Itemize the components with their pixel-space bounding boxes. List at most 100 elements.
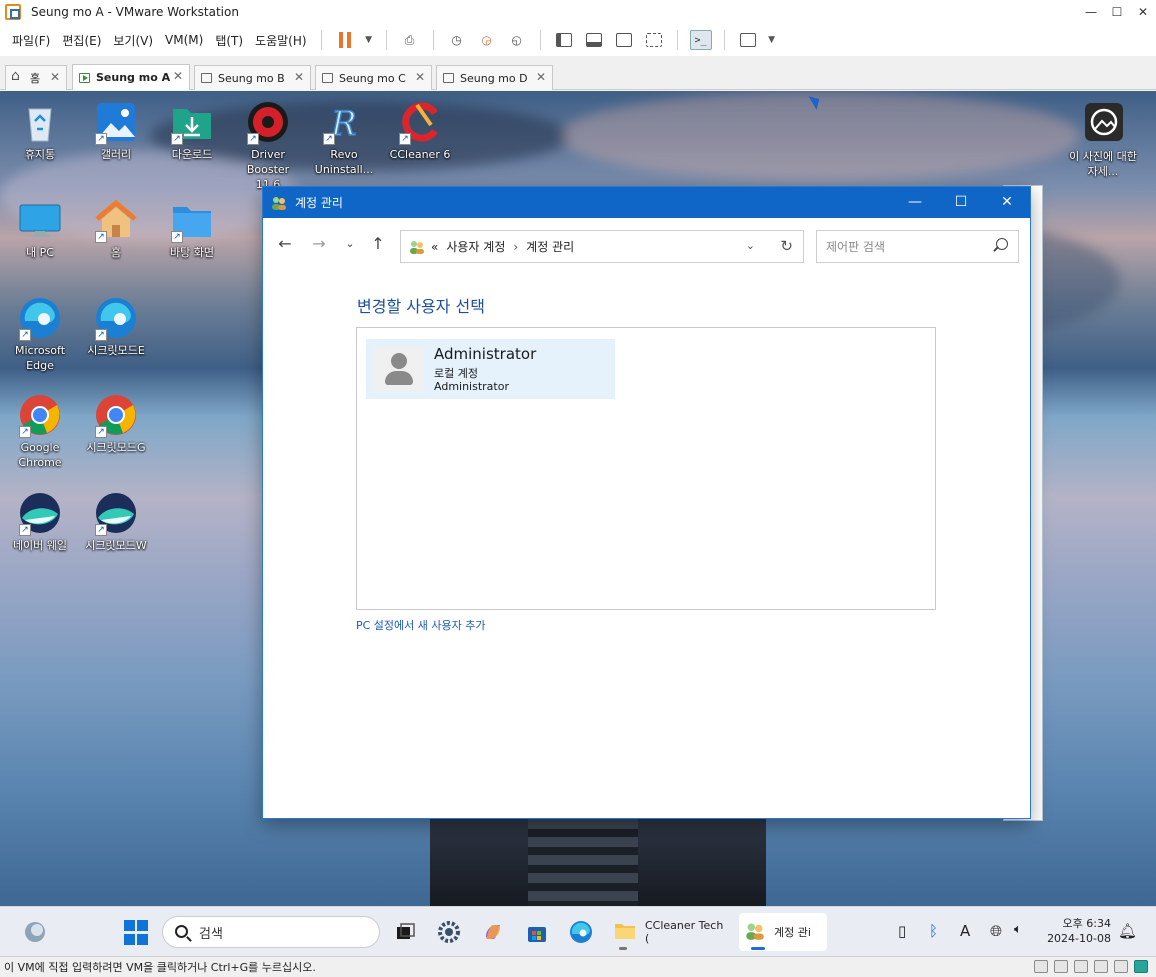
- desktop-icon-naver-whale[interactable]: ↗ 네이버 웨일: [5, 490, 75, 553]
- usb-status-icon[interactable]: [1094, 960, 1108, 973]
- desktop-icon-this-pc[interactable]: 내 PC: [5, 197, 75, 260]
- desktop-icon-desktop-folder[interactable]: ↗ 바탕 화면: [157, 197, 227, 260]
- task-view-button[interactable]: [392, 919, 418, 945]
- close-tab-icon[interactable]: ✕: [173, 69, 183, 83]
- close-tab-icon[interactable]: ✕: [415, 70, 425, 84]
- show-library-button[interactable]: [552, 29, 576, 51]
- breadcrumb-manage-accounts[interactable]: 계정 관리: [526, 238, 574, 255]
- add-user-link[interactable]: PC 설정에서 새 사용자 추가: [356, 617, 486, 633]
- hdd-status-icon[interactable]: [1034, 960, 1048, 973]
- desktop-icon-google-chrome[interactable]: ↗ Google Chrome: [5, 392, 75, 470]
- desktop-icon-revo-uninstaller[interactable]: R ↗ Revo Uninstall...: [309, 99, 379, 177]
- taskbar-clock[interactable]: 오후 6:34 2024-10-08: [1046, 916, 1111, 946]
- folder-icon: [614, 922, 636, 943]
- minimize-button[interactable]: —: [892, 187, 938, 218]
- maximize-button[interactable]: ☐: [1104, 0, 1130, 24]
- taskbar-app-account-management[interactable]: 계정 관i: [739, 913, 827, 951]
- network-globe-icon[interactable]: 🌐︎: [990, 922, 1002, 940]
- refresh-icon[interactable]: ↻: [780, 237, 793, 255]
- close-tab-icon[interactable]: ✕: [50, 70, 60, 84]
- snapshot-take-button[interactable]: ◷: [445, 29, 469, 51]
- sound-status-icon[interactable]: [1114, 960, 1128, 973]
- desktop-icon-downloads[interactable]: ↗ 다운로드: [157, 99, 227, 162]
- menu-help[interactable]: 도움말(H): [249, 32, 313, 49]
- user-card-administrator[interactable]: Administrator 로컬 계정 Administrator: [366, 339, 615, 399]
- address-bar[interactable]: « 사용자 계정 › 계정 관리 ⌄ ↻: [400, 230, 804, 263]
- notification-bell-icon[interactable]: 🔔︎: [1118, 922, 1137, 940]
- breadcrumb-overflow[interactable]: «: [431, 240, 438, 254]
- clock-time: 오후 6:34: [1062, 917, 1111, 930]
- settings-gear-icon[interactable]: [436, 919, 462, 945]
- close-button[interactable]: ✕: [984, 187, 1030, 218]
- desktop-icon-ccleaner[interactable]: ↗ CCleaner 6: [385, 99, 455, 162]
- up-button[interactable]: ↑: [367, 233, 389, 255]
- page-heading: 변경할 사용자 선택: [357, 297, 485, 316]
- send-ctrl-alt-del-button[interactable]: ⎙: [398, 29, 422, 51]
- power-dropdown-button[interactable]: ▼: [363, 29, 375, 51]
- console-view-button[interactable]: >_: [689, 29, 713, 51]
- close-tab-icon[interactable]: ✕: [294, 70, 304, 84]
- tab-seung-mo-b[interactable]: Seung mo B ✕: [194, 65, 311, 90]
- icon-label: 내 PC: [26, 246, 54, 259]
- pause-button[interactable]: [333, 29, 357, 51]
- monitor-icon: [17, 197, 63, 243]
- icon-label: 네이버 웨일: [12, 539, 68, 552]
- desktop-icon-secret-mode-g[interactable]: ↗ 시크릿모드G: [81, 392, 151, 455]
- input-language-icon[interactable]: A: [960, 922, 970, 940]
- edge-icon: ↗: [17, 295, 63, 341]
- tab-home[interactable]: 홈 ✕: [5, 65, 67, 90]
- window-titlebar[interactable]: 계정 관리 — ☐ ✕: [263, 187, 1030, 218]
- start-button[interactable]: [124, 920, 150, 946]
- snapshot-revert-button[interactable]: ◶: [475, 29, 499, 51]
- network-status-icon[interactable]: [1074, 960, 1088, 973]
- desktop-icon-driver-booster[interactable]: ↗ Driver Booster 11.6: [233, 99, 303, 192]
- forward-button[interactable]: →: [308, 233, 330, 255]
- unity-button[interactable]: [642, 29, 666, 51]
- bluetooth-icon[interactable]: ᛒ: [929, 922, 938, 940]
- tab-seung-mo-c[interactable]: Seung mo C ✕: [315, 65, 432, 90]
- tab-seung-mo-d[interactable]: Seung mo D ✕: [436, 65, 553, 90]
- address-dropdown-icon[interactable]: ⌄: [746, 239, 755, 252]
- usb-icon[interactable]: ▯: [898, 922, 906, 940]
- widgets-button[interactable]: [22, 919, 48, 945]
- minimize-button[interactable]: —: [1078, 0, 1104, 24]
- edge-icon[interactable]: [568, 919, 594, 945]
- volume-icon[interactable]: 🔈︎: [1014, 922, 1022, 937]
- microsoft-store-icon[interactable]: [524, 919, 550, 945]
- maximize-button[interactable]: ☐: [938, 187, 984, 218]
- menu-view[interactable]: 보기(V): [107, 32, 159, 49]
- taskbar-app-label: CCleaner Tech (: [645, 919, 724, 945]
- account-management-window[interactable]: 계정 관리 — ☐ ✕ ← → ⌄ ↑ « 사용자 계정 › 계정 관리 ⌄ ↻…: [262, 186, 1031, 819]
- menu-tabs[interactable]: 탭(T): [209, 32, 249, 49]
- desktop-icon-gallery[interactable]: ↗ 갤러리: [81, 99, 151, 162]
- fullscreen-icon: [615, 33, 632, 47]
- tab-seung-mo-a[interactable]: Seung mo A ✕: [72, 64, 190, 90]
- full-screen-button[interactable]: [612, 29, 636, 51]
- desktop-icon-home[interactable]: ↗ 홈: [81, 197, 151, 260]
- breadcrumb-user-accounts[interactable]: 사용자 계정: [446, 238, 505, 255]
- desktop-icon-secret-mode-w[interactable]: ↗ 시크릿모드W: [81, 490, 151, 553]
- snapshot-manager-button[interactable]: ◵: [505, 29, 529, 51]
- copilot-icon[interactable]: [480, 919, 506, 945]
- search-icon: [175, 925, 188, 938]
- close-button[interactable]: ✕: [1130, 0, 1156, 24]
- taskbar-app-file-explorer[interactable]: CCleaner Tech (: [608, 913, 730, 951]
- desktop-icon-microsoft-edge[interactable]: ↗ Microsoft Edge: [5, 295, 75, 373]
- thumbnail-bar-button[interactable]: [582, 29, 606, 51]
- menu-file[interactable]: 파일(F): [6, 32, 56, 49]
- menu-edit[interactable]: 편집(E): [56, 32, 107, 49]
- stretch-dropdown-button[interactable]: ▼: [766, 29, 778, 51]
- desktop-icon-secret-mode-e[interactable]: ↗ 시크릿모드E: [81, 295, 151, 358]
- desktop-icon-spotlight[interactable]: 이 사진에 대한 자세...: [1068, 101, 1140, 179]
- back-button[interactable]: ←: [274, 233, 296, 255]
- stretch-guest-button[interactable]: [736, 29, 760, 51]
- unity-icon: [645, 33, 662, 47]
- close-tab-icon[interactable]: ✕: [536, 70, 546, 84]
- cd-status-icon[interactable]: [1054, 960, 1068, 973]
- recent-locations-button[interactable]: ⌄: [339, 233, 361, 255]
- taskbar-search-box[interactable]: 검색: [162, 916, 380, 948]
- menu-vm[interactable]: VM(M): [159, 33, 209, 47]
- message-status-icon[interactable]: [1134, 960, 1148, 973]
- control-panel-search-input[interactable]: 제어판 검색: [816, 230, 1019, 263]
- desktop-icon-recycle-bin[interactable]: 휴지통: [5, 99, 75, 162]
